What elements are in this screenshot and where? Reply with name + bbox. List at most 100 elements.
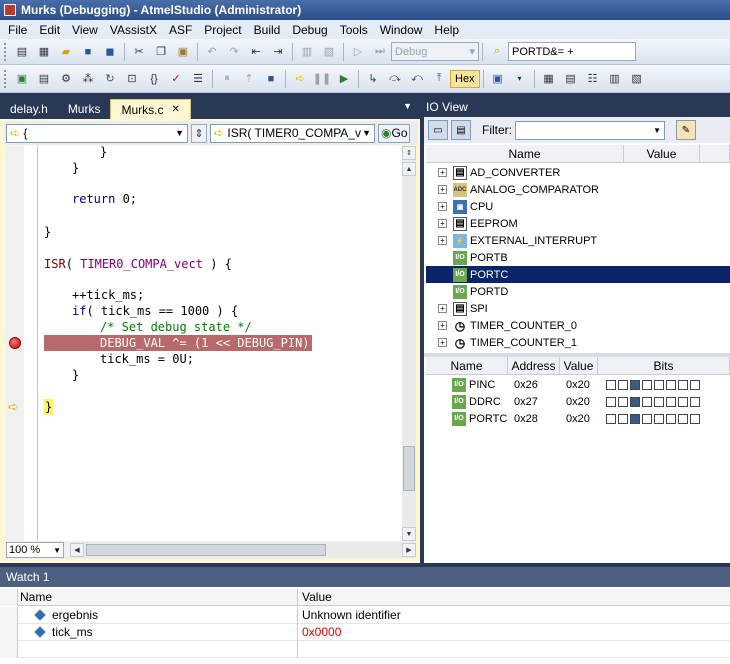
menu-asf[interactable]: ASF [163,23,198,37]
watch-row[interactable]: tick_ms 0x0000 [0,623,730,641]
register-bit[interactable] [666,379,676,390]
save-icon[interactable]: ■ [79,43,97,61]
menu-help[interactable]: Help [428,23,465,37]
column-bits[interactable]: Bits [598,357,730,374]
hex-display-toggle[interactable]: Hex [450,69,480,88]
disassembly-window-icon[interactable]: ☷ [584,70,602,88]
memory-window-icon[interactable]: ▦ [540,70,558,88]
device-programming-icon[interactable]: ▣ [13,70,31,88]
menu-build[interactable]: Build [248,23,287,37]
scope-combo[interactable]: ➪ { ▼ [6,123,188,143]
tool-icon[interactable]: ⚙ [57,70,75,88]
navigate-forward-icon[interactable]: ⇥ [269,43,287,61]
paste-icon[interactable]: ▣ [174,43,192,61]
menu-edit[interactable]: Edit [33,23,66,37]
toolbar-grip[interactable] [4,69,8,88]
pause-icon[interactable]: ❚❚ [313,70,331,88]
io-view-window-icon[interactable]: ▧ [628,70,646,88]
open-file-icon[interactable]: ▰ [57,43,75,61]
io-module-row[interactable]: I/O PORTD [426,283,730,300]
goto-icon[interactable]: ⊡ [123,70,141,88]
close-icon[interactable]: ✕ [171,104,179,115]
menu-project[interactable]: Project [198,23,247,37]
outline-icon[interactable]: {} [145,70,163,88]
menu-window[interactable]: Window [374,23,429,37]
step-out-icon[interactable]: ⇡ [240,70,258,88]
find-in-files-icon[interactable]: ⌕ [488,43,506,61]
breakpoint-icon[interactable] [9,337,21,349]
scroll-thumb[interactable] [403,446,415,491]
expand-icon[interactable]: + [438,168,447,177]
io-module-row[interactable]: I/O PORTB [426,249,730,266]
scroll-down-icon[interactable]: ▼ [402,527,416,541]
refresh-icon[interactable]: ↻ [101,70,119,88]
zoom-combo[interactable]: 100 % ▼ [6,542,64,558]
redo-icon[interactable]: ↷ [225,43,243,61]
register-bit[interactable] [666,413,676,424]
register-bit[interactable] [690,396,700,407]
column-address[interactable]: Address [508,357,560,374]
view-mode-icon[interactable]: ▭ [428,120,448,140]
column-name[interactable]: Name [426,145,624,162]
expand-icon[interactable]: + [438,202,447,211]
editor-horizontal-scrollbar[interactable]: ◀ ▶ [70,542,416,558]
register-row[interactable]: I/O PINC 0x26 0x20 [426,376,730,393]
go-button[interactable]: ◉ Go [378,123,410,143]
column-value[interactable]: Value [624,145,700,162]
expand-icon[interactable]: + [438,185,447,194]
build-icon[interactable]: ▥ [298,43,316,61]
split-icon[interactable]: ⇕ [191,123,207,143]
save-all-icon[interactable]: ◼ [101,43,119,61]
filter-input[interactable]: ▼ [515,120,665,140]
view-split-icon[interactable]: ▤ [451,120,471,140]
register-bit[interactable] [630,413,640,424]
navigate-back-icon[interactable]: ⇤ [247,43,265,61]
undo-icon[interactable]: ↶ [203,43,221,61]
step-over-icon[interactable]: ⤼ [386,70,404,88]
start-without-debugging-icon[interactable]: ⏭ [371,43,389,61]
spell-check-icon[interactable]: ✓ [167,70,185,88]
register-bit[interactable] [642,396,652,407]
watch-column-value[interactable]: Value [298,589,332,605]
io-module-row[interactable]: + ▣ CPU [426,198,730,215]
solution-config-combo[interactable]: Debug ▾ [391,42,479,61]
register-bit[interactable] [630,379,640,390]
menu-file[interactable]: File [2,23,33,37]
io-module-row[interactable]: + ◷ TIMER_COUNTER_0 [426,317,730,334]
show-next-statement-icon[interactable]: ➪ [291,70,309,88]
io-module-row-selected[interactable]: I/O PORTC [426,266,730,283]
member-combo[interactable]: ➪ ISR( TIMER0_COMPA_v ▼ [210,123,375,143]
expand-icon[interactable]: + [438,338,447,347]
io-module-row[interactable]: + ⚡ EXTERNAL_INTERRUPT [426,232,730,249]
toolbar-grip[interactable] [4,42,8,61]
expand-icon[interactable]: + [438,236,447,245]
register-bit[interactable] [618,396,628,407]
find-combo[interactable]: PORTD&= + [508,42,636,61]
run-to-cursor-icon[interactable]: ⤒ [430,70,448,88]
register-bit[interactable] [678,379,688,390]
start-debugging-icon[interactable]: ▷ [349,43,367,61]
copy-icon[interactable]: ❐ [152,43,170,61]
register-bit[interactable] [690,379,700,390]
assembly-icon[interactable]: ⁂ [79,70,97,88]
step-into-icon[interactable]: ↳ [364,70,382,88]
menu-vassistx[interactable]: VAssistX [104,23,163,37]
step-back-icon[interactable]: ⤺ [408,70,426,88]
watch-row[interactable]: ergebnis Unknown identifier [0,606,730,624]
chevron-down-icon[interactable]: ▾ [511,70,529,88]
io-module-row[interactable]: + ▤ EEPROM [426,215,730,232]
expand-icon[interactable]: + [438,304,447,313]
register-row[interactable]: I/O PORTC 0x28 0x20 [426,410,730,427]
register-bit[interactable] [678,396,688,407]
tab-murks-c[interactable]: Murks.c ✕ [110,99,191,119]
register-bit[interactable] [642,379,652,390]
device-icon[interactable]: ▤ [35,70,53,88]
io-module-row[interactable]: + ▤ AD_CONVERTER [426,164,730,181]
column-reg-name[interactable]: Name [426,357,508,374]
breakpoints-window-icon[interactable]: ▣ [489,70,507,88]
watch-window-icon[interactable]: ▥ [606,70,624,88]
register-bit[interactable] [642,413,652,424]
chevron-down-icon[interactable]: ▼ [403,101,412,111]
column-reg-value[interactable]: Value [560,357,598,374]
register-bit[interactable] [690,413,700,424]
